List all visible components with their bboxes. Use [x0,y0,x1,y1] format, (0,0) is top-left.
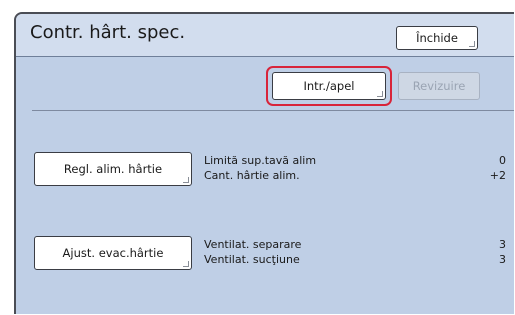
paper-feed-amount-label: Cant. hârtie alim. [204,169,300,182]
close-button-label: Închide [416,31,458,45]
paper-eject-adjust-label: Ajust. evac.hârtie [62,246,164,260]
close-button[interactable]: Închide [396,26,478,50]
review-button[interactable]: Revizuire [398,72,480,100]
suction-fan-label: Ventilat. sucţiune [204,253,300,266]
paper-feed-adjust-label: Regl. alim. hârtie [63,162,163,176]
window-header: Contr. hârt. spec. Închide [16,14,514,57]
button-corner-mark [183,177,189,183]
toolbar-divider [32,110,514,111]
window-title: Contr. hârt. spec. [30,22,186,43]
review-button-label: Revizuire [412,79,466,93]
entry-call-button[interactable]: Intr./apel [272,72,386,100]
button-corner-mark [469,41,475,47]
special-paper-control-window: Contr. hârt. spec. Închide Intr./apel Re… [14,12,514,314]
button-corner-mark [377,91,383,97]
paper-eject-adjust-button[interactable]: Ajust. evac.hârtie [34,236,192,270]
separation-fan-label: Ventilat. separare [204,238,302,251]
separation-fan-value: 3 [499,238,506,251]
paper-feed-amount-value: +2 [489,169,506,182]
feed-tray-upper-limit-value: 0 [499,154,506,167]
feed-tray-upper-limit-label: Limită sup.tavă alim [204,154,317,167]
paper-feed-adjust-button[interactable]: Regl. alim. hârtie [34,152,192,186]
suction-fan-value: 3 [499,253,506,266]
button-corner-mark [183,261,189,267]
entry-call-button-label: Intr./apel [303,79,355,93]
